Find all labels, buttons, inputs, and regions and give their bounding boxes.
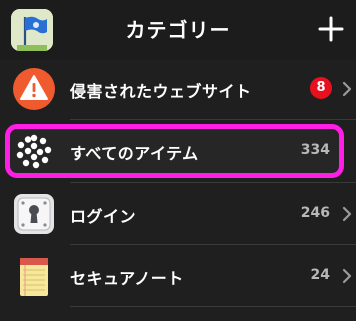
item-count: 334 <box>300 142 330 158</box>
category-label: すべてのアイテム <box>70 144 199 163</box>
chevron-right-icon <box>342 81 352 97</box>
warning-icon <box>12 67 56 111</box>
category-label: セキュアノート <box>70 269 184 288</box>
category-row-all-items[interactable]: すべてのアイテム 334 <box>0 121 356 181</box>
chevron-right-icon <box>342 206 352 222</box>
item-count: 246 <box>300 205 330 221</box>
login-keyhole-icon <box>12 192 56 236</box>
add-button[interactable] <box>314 12 348 46</box>
page-title: カテゴリー <box>125 18 231 42</box>
categories-screen: カテゴリー 侵害されたウェブサイト 8 すべてのアイテム 334 ログイン 24… <box>0 0 356 321</box>
plus-icon <box>318 16 344 42</box>
row-divider <box>70 119 356 120</box>
row-divider <box>70 182 356 183</box>
chevron-right-icon <box>342 268 352 284</box>
category-label: ログイン <box>70 207 137 226</box>
item-count: 24 <box>310 267 330 283</box>
all-items-dots-icon <box>12 130 56 174</box>
category-row-logins[interactable]: ログイン 246 <box>0 184 356 244</box>
category-row-compromised-websites[interactable]: 侵害されたウェブサイト 8 <box>0 59 356 119</box>
row-divider <box>70 306 356 307</box>
alert-count-badge: 8 <box>310 77 332 99</box>
category-label: 侵害されたウェブサイト <box>70 82 252 101</box>
secure-note-notepad-icon <box>12 254 56 298</box>
header-bar: カテゴリー <box>0 0 356 60</box>
row-divider <box>70 244 356 245</box>
category-row-secure-notes[interactable]: セキュアノート 24 <box>0 246 356 306</box>
